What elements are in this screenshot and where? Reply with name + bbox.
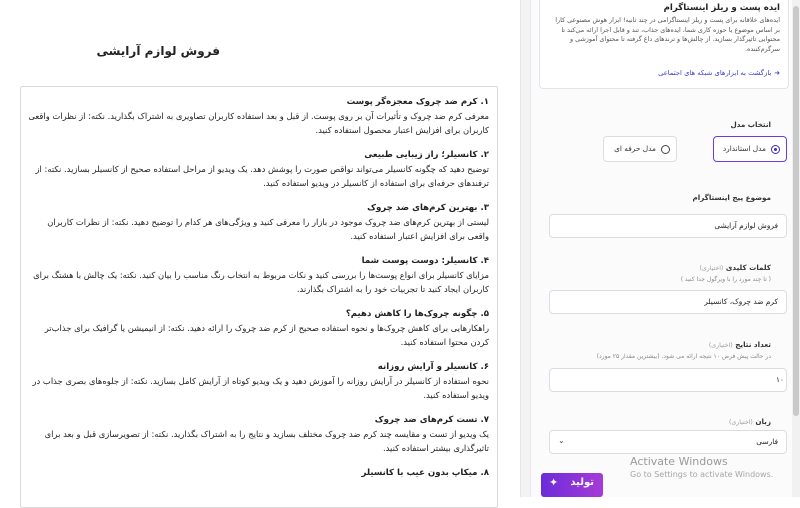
keywords-label: کلمات کلیدی (اختیاری)	[700, 263, 772, 272]
list-item: ۱. کرم ضد چروک معجزه‌گر پوست معرفی کرم ض…	[27, 95, 489, 137]
count-hint: در حالت پیش فرض ۱۰ نتیجه ارائه می شود. (…	[596, 353, 771, 360]
model-label: انتخاب مدل	[730, 120, 771, 129]
item-heading: ۴. کانسیلر: دوست پوست شما	[361, 256, 489, 266]
language-value: فارسی	[756, 437, 778, 446]
tool-title: ایده پست و ریلز اینستاگرام	[663, 3, 780, 13]
item-body: نحوه استفاده از کانسیلر در آرایش روزانه …	[32, 376, 490, 400]
radio-unselected[interactable]	[661, 145, 670, 154]
count-value: ۱۰	[776, 375, 784, 384]
back-link-label: بازگشت به ابزارهای شبکه های اجتماعی	[658, 69, 772, 77]
topic-value: فروش لوازم آرایشی	[714, 221, 778, 230]
radio-selected[interactable]	[771, 145, 780, 154]
option-label: مدل حرفه ای	[614, 144, 656, 153]
item-body: لیستی از بهترین کرم‌های ضد چروک موجود در…	[47, 217, 489, 241]
list-item: ۸. میکاپ بدون عیب با کانسیلر	[27, 466, 489, 480]
item-body: توضیح دهید که چگونه کانسیلر می‌تواند نوا…	[35, 164, 489, 188]
list-item: ۲. کانسیلر؛ راز زیبایی طبیعی توضیح دهید …	[27, 148, 489, 190]
settings-panel: ایده پست و ریلز اینستاگرام ایده‌های خلاق…	[530, 0, 800, 497]
topic-input[interactable]: فروش لوازم آرایشی	[549, 214, 787, 238]
optional-tag: (اختیاری)	[699, 265, 724, 272]
topic-label: موضوع پیج اینستاگرام	[692, 193, 771, 202]
item-heading: ۶. کانسیلر و آرایش روزانه	[377, 362, 489, 372]
item-heading: ۳. بهترین کرم‌های ضد چروک	[367, 203, 489, 213]
list-item: ۴. کانسیلر: دوست پوست شما مزایای کانسیلر…	[27, 254, 489, 296]
tool-description: ایده‌های خلاقانه برای پست و ریلز اینستاگ…	[555, 16, 780, 53]
keywords-hint: ( تا چند مورد را با ویرگول جدا کنید )	[680, 276, 771, 283]
item-body: یک ویدیو از تست و مقایسه چند کرم ضد چروک…	[44, 429, 489, 453]
list-item: ۵. چگونه چروک‌ها را کاهش دهیم؟ راهکارهای…	[27, 307, 489, 349]
language-select[interactable]: فارسی ⌄	[549, 430, 787, 454]
item-heading: ۵. چگونه چروک‌ها را کاهش دهیم؟	[345, 309, 489, 319]
keywords-value: کرم ضد چروک، کانسیلر	[704, 297, 778, 306]
count-label: تعداد نتایج (اختیاری)	[709, 340, 771, 349]
keywords-input[interactable]: کرم ضد چروک، کانسیلر	[549, 290, 787, 314]
back-link[interactable]: ➜بازگشت به ابزارهای شبکه های اجتماعی	[658, 69, 780, 77]
panel-scrollbar-thumb[interactable]	[793, 6, 799, 416]
arrow-icon: ➜	[774, 69, 780, 77]
item-heading: ۱. کرم ضد چروک معجزه‌گر پوست	[346, 97, 489, 107]
model-option-pro[interactable]: مدل حرفه ای	[603, 136, 677, 162]
sparkle-icon: ✦	[549, 476, 559, 489]
optional-tag: (اختیاری)	[728, 419, 753, 426]
activation-watermark: Activate Windows	[630, 455, 728, 468]
idea-list: ۱. کرم ضد چروک معجزه‌گر پوست معرفی کرم ض…	[27, 95, 489, 491]
item-heading: ۲. کانسیلر؛ راز زیبایی طبیعی	[364, 150, 489, 160]
optional-tag: (اختیاری)	[708, 342, 733, 349]
list-item: ۶. کانسیلر و آرایش روزانه نحوه استفاده ا…	[27, 360, 490, 402]
list-item: ۳. بهترین کرم‌های ضد چروک لیستی از بهتری…	[27, 201, 489, 243]
page-title: فروش لوازم آرایشی	[96, 44, 220, 58]
option-label: مدل استاندارد	[722, 144, 766, 153]
item-body: مزایای کانسیلر برای انواع پوست‌ها را برر…	[33, 270, 489, 294]
model-option-standard[interactable]: مدل استاندارد	[713, 136, 787, 162]
tool-info-card: ایده پست و ریلز اینستاگرام ایده‌های خلاق…	[539, 0, 789, 89]
lang-label-text: زبان	[755, 417, 771, 426]
document-panel: فروش لوازم آرایشی ۱. کرم ضد چروک معجزه‌گ…	[0, 0, 520, 508]
item-heading: ۸. میکاپ بدون عیب با کانسیلر	[361, 468, 489, 478]
lang-label: زبان (اختیاری)	[729, 417, 771, 426]
generate-button[interactable]: تولید ✦	[541, 473, 603, 497]
chevron-down-icon: ⌄	[558, 436, 565, 445]
count-input[interactable]: ۱۰	[549, 368, 787, 392]
item-body: معرفی کرم ضد چروک و تأثیرات آن بر روی پو…	[28, 111, 489, 135]
activation-watermark-sub: Go to Settings to activate Windows.	[630, 470, 774, 479]
count-label-text: تعداد نتایج	[735, 340, 771, 349]
keywords-label-text: کلمات کلیدی	[725, 263, 771, 272]
item-heading: ۷. تست کرم‌های ضد چروک	[374, 415, 489, 425]
result-box: ۱. کرم ضد چروک معجزه‌گر پوست معرفی کرم ض…	[20, 86, 498, 508]
list-item: ۷. تست کرم‌های ضد چروک یک ویدیو از تست و…	[27, 413, 489, 455]
item-body: راهکارهایی برای کاهش چروک‌ها و نحوه استف…	[44, 323, 489, 347]
generate-label: تولید	[570, 477, 594, 488]
